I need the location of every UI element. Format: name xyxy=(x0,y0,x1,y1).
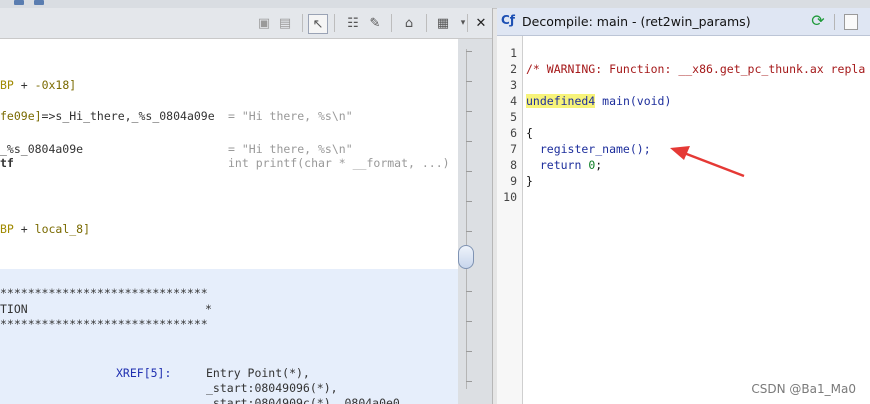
annotation-arrow xyxy=(670,146,745,178)
arrow-shaft xyxy=(683,151,745,178)
watermark: CSDN @Ba1_Ma0 xyxy=(751,382,856,396)
arrow-head xyxy=(670,146,690,160)
